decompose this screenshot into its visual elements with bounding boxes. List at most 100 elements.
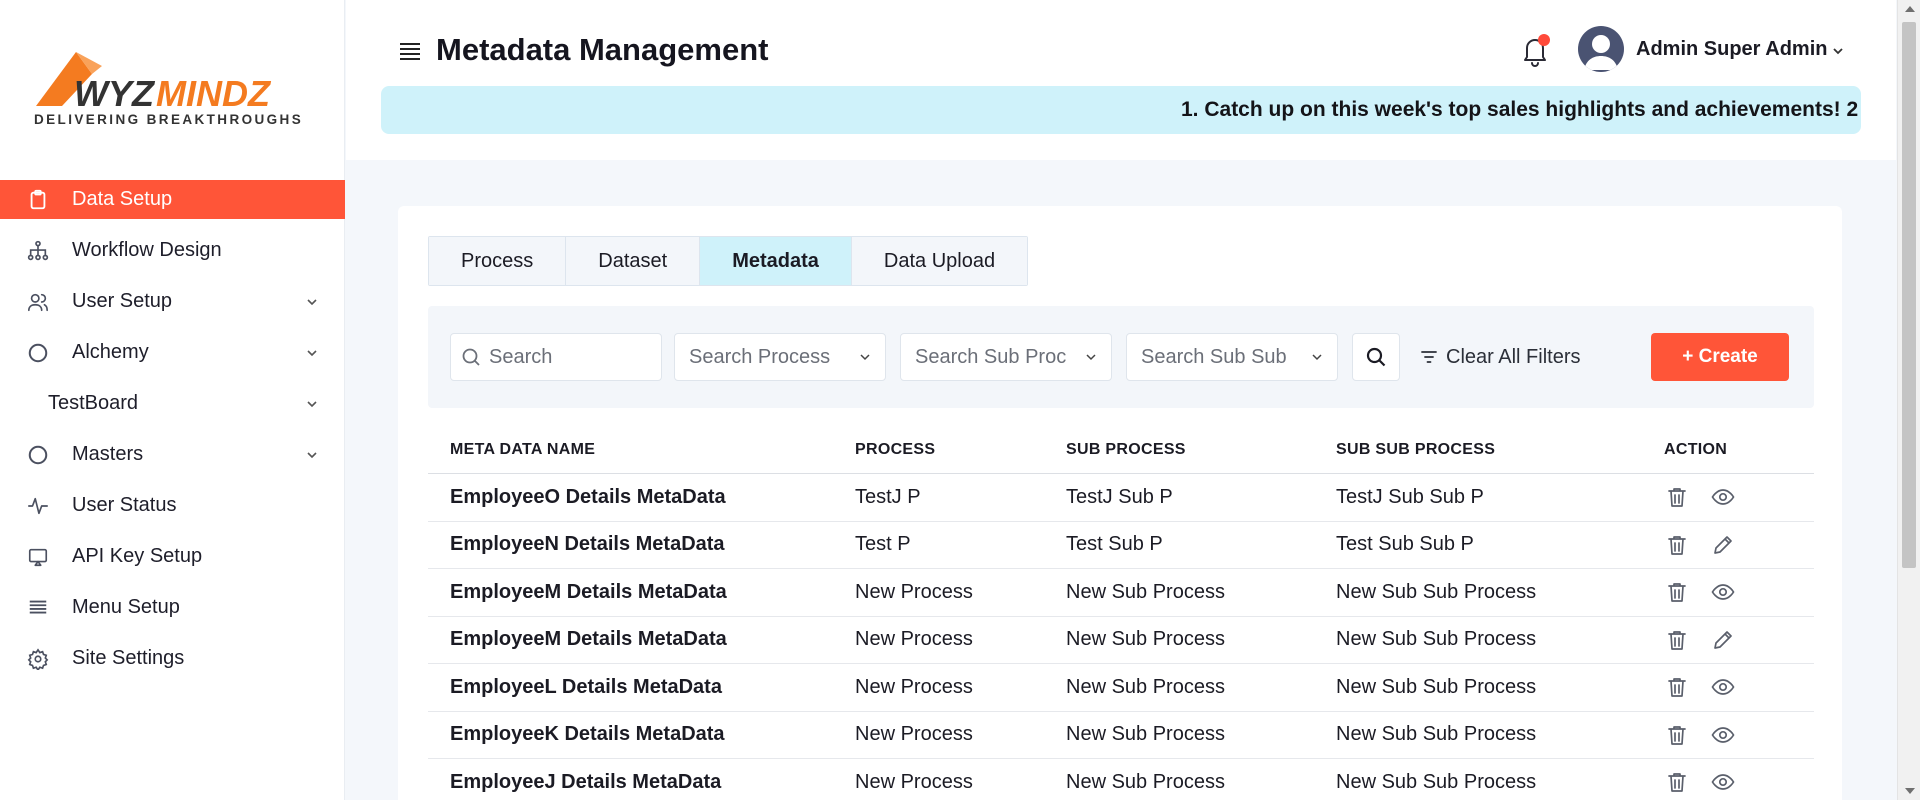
page-scrollbar[interactable] [1897, 0, 1920, 800]
cell-metadata-name: EmployeeM Details MetaData [450, 580, 727, 603]
view-button[interactable] [1710, 579, 1736, 605]
column-header[interactable]: PROCESS [855, 441, 1066, 459]
delete-button[interactable] [1664, 627, 1690, 653]
table-row[interactable]: EmployeeO Details MetaData TestJ P TestJ S… [428, 474, 1814, 522]
notification-button[interactable] [1518, 32, 1552, 68]
trash-icon [1665, 770, 1689, 794]
sidebar-item-user-setup[interactable]: User Setup [0, 282, 345, 321]
chevron-down-icon [307, 298, 317, 305]
clear-filters-button[interactable]: Clear All Filters [1420, 333, 1580, 381]
eye-icon [1711, 485, 1735, 509]
column-header[interactable]: META DATA NAME [428, 441, 855, 459]
tab-data-upload[interactable]: Data Upload [851, 237, 1028, 285]
delete-button[interactable] [1664, 674, 1690, 700]
sidebar-item-data-setup[interactable]: Data Setup [0, 180, 345, 219]
chevron-down-icon[interactable] [1831, 44, 1845, 58]
user-name[interactable]: Admin Super Admin [1636, 38, 1827, 61]
cell-metadata-name: EmployeeL Details MetaData [450, 675, 722, 698]
cell-actions [1664, 722, 1814, 748]
cell-metadata-name: EmployeeN Details MetaData [450, 533, 725, 556]
delete-button[interactable] [1664, 722, 1690, 748]
clear-filters-label: Clear All Filters [1446, 345, 1581, 368]
column-header[interactable]: SUB PROCESS [1066, 441, 1336, 459]
sub-process-select-input[interactable] [915, 345, 1077, 369]
tab-dataset[interactable]: Dataset [566, 237, 701, 285]
trash-icon [1665, 723, 1689, 747]
table-row[interactable]: EmployeeJ Details MetaData New Process New… [428, 759, 1814, 800]
cell-actions [1664, 769, 1814, 795]
column-header: ACTION [1664, 440, 1728, 458]
cell-sub-process: New Sub Process [1066, 723, 1225, 746]
sidebar-item-menu-setup[interactable]: Menu Setup [0, 588, 345, 627]
ticker-text: 1. Catch up on this week's top sales hig… [1181, 98, 1859, 121]
column-header[interactable]: SUB SUB PROCESS [1336, 441, 1664, 459]
delete-button[interactable] [1664, 579, 1690, 605]
table-row[interactable]: EmployeeN Details MetaData Test P Test Sub… [428, 522, 1814, 569]
view-button[interactable] [1710, 722, 1736, 748]
metadata-card: Process Dataset Metadata Data Upload Cle… [398, 206, 1842, 800]
process-select-input[interactable] [689, 345, 851, 369]
view-button[interactable] [1710, 769, 1736, 795]
cell-metadata-name: EmployeeM Details MetaData [450, 628, 727, 651]
trash-icon [1665, 628, 1689, 652]
sidebar-item-user-status[interactable]: User Status [0, 486, 345, 525]
scroll-up-arrow-icon[interactable] [1905, 6, 1915, 12]
edit-button[interactable] [1710, 532, 1736, 558]
hamburger-menu-icon[interactable] [398, 40, 422, 62]
view-button[interactable] [1710, 484, 1736, 510]
cell-actions [1664, 674, 1814, 700]
search-field[interactable] [450, 333, 662, 381]
table-row[interactable]: EmployeeL Details MetaData New Process New… [428, 664, 1814, 712]
search-icon [462, 348, 480, 366]
sidebar-item-label: Menu Setup [72, 596, 180, 618]
scroll-down-arrow-icon[interactable] [1905, 788, 1915, 794]
sidebar-item-label: User Status [72, 494, 177, 516]
cell-sub-sub-process: New Sub Sub Process [1336, 675, 1537, 698]
cell-sub-process: New Sub Process [1066, 675, 1225, 698]
cell-sub-process: TestJ Sub P [1066, 485, 1173, 508]
menu-lines-icon [26, 596, 50, 620]
sidebar-item-alchemy[interactable]: Alchemy [0, 333, 345, 372]
sub-sub-process-select[interactable] [1126, 333, 1338, 381]
cell-process: New Process [855, 580, 973, 603]
search-input[interactable] [489, 345, 661, 369]
cell-sub-sub-process: New Sub Sub Process [1336, 770, 1537, 793]
delete-button[interactable] [1664, 532, 1690, 558]
cell-process: Test P [855, 533, 911, 556]
process-select[interactable] [674, 333, 886, 381]
cell-actions [1664, 532, 1814, 558]
clipboard-icon [26, 188, 50, 212]
search-button[interactable] [1352, 333, 1400, 381]
sidebar-item-workflow-design[interactable]: Workflow Design [0, 231, 345, 270]
scrollbar-thumb[interactable] [1902, 22, 1916, 568]
tab-process[interactable]: Process [429, 237, 567, 285]
table-row[interactable]: EmployeeK Details MetaData New Process New… [428, 712, 1814, 759]
sidebar-item-site-settings[interactable]: Site Settings [0, 639, 345, 678]
brand-logo[interactable]: WYZ MINDZ DELIVERING BREAKTHROUGHS [32, 48, 312, 128]
sidebar-item-api-key-setup[interactable]: API Key Setup [0, 537, 345, 576]
sidebar-item-label: TestBoard [48, 392, 139, 414]
sub-process-select[interactable] [900, 333, 1112, 381]
sidebar-item-masters[interactable]: Masters [0, 435, 345, 474]
cell-metadata-name: EmployeeJ Details MetaData [450, 770, 722, 793]
view-button[interactable] [1710, 674, 1736, 700]
sidebar: WYZ MINDZ DELIVERING BREAKTHROUGHS Data … [0, 0, 345, 800]
delete-button[interactable] [1664, 484, 1690, 510]
table-header: META DATA NAME PROCESS SUB PROCESS SUB S… [428, 426, 1814, 474]
chevron-down-icon [307, 349, 317, 356]
table-row[interactable]: EmployeeM Details MetaData New Process New… [428, 617, 1814, 664]
table-row[interactable]: EmployeeM Details MetaData New Process New… [428, 569, 1814, 617]
search-icon [1366, 347, 1386, 367]
eye-icon [1711, 770, 1735, 794]
avatar[interactable] [1578, 26, 1624, 72]
sidebar-item-testboard[interactable]: TestBoard [0, 384, 345, 423]
edit-button[interactable] [1710, 627, 1736, 653]
pencil-icon [1711, 533, 1735, 557]
cell-actions [1664, 484, 1814, 510]
create-button[interactable]: + Create [1651, 333, 1789, 381]
circle-icon [26, 443, 50, 467]
tab-metadata[interactable]: Metadata [700, 237, 852, 285]
delete-button[interactable] [1664, 769, 1690, 795]
cell-sub-process: New Sub Process [1066, 628, 1225, 651]
sub-sub-process-select-input[interactable] [1141, 345, 1303, 369]
